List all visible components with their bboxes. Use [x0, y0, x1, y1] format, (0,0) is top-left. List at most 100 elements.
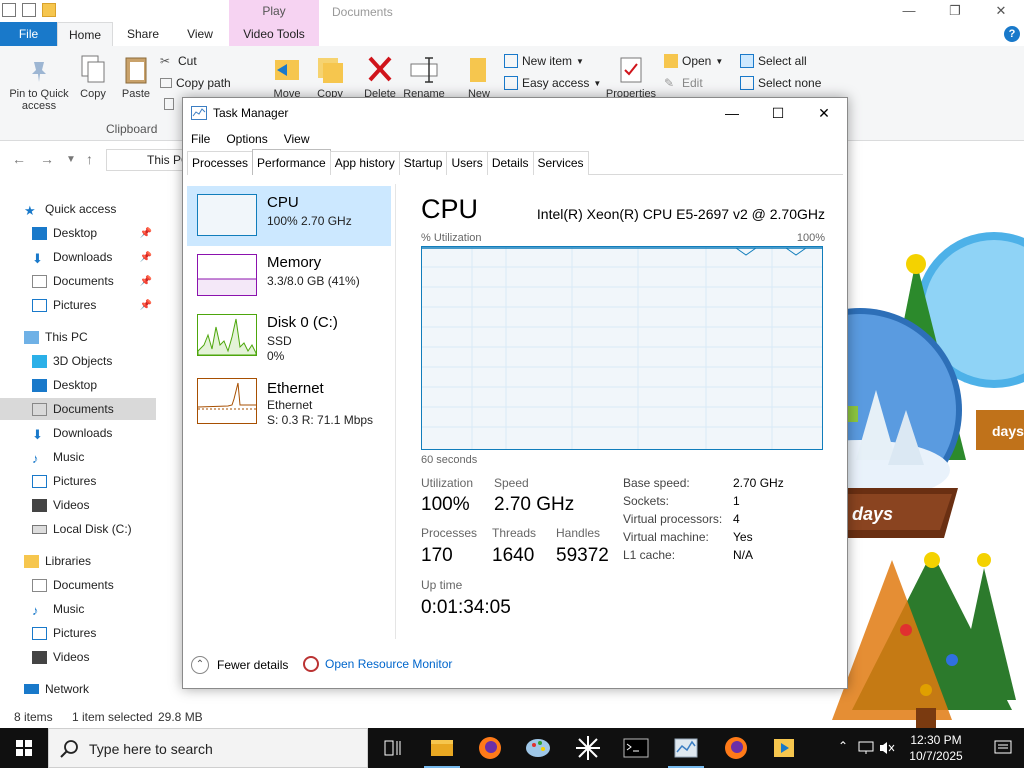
- nav-lib-music[interactable]: ♪ Music: [0, 598, 156, 620]
- new-folder-qat-icon[interactable]: [42, 3, 56, 17]
- nav-pc-videos[interactable]: Videos: [0, 494, 156, 516]
- desktop-icon: [32, 226, 47, 240]
- tab-processes[interactable]: Processes: [187, 151, 254, 175]
- close-button[interactable]: ✕: [978, 0, 1024, 22]
- open-label: Open: [682, 54, 712, 68]
- tm-minimize-button[interactable]: —: [709, 98, 755, 128]
- nav-lib-documents[interactable]: Documents: [0, 574, 156, 596]
- tab-startup[interactable]: Startup: [398, 151, 448, 175]
- open-button[interactable]: Open ▼: [664, 54, 723, 68]
- paste-button[interactable]: Paste: [118, 54, 154, 100]
- chevron-down-icon: ▼: [576, 56, 584, 66]
- nav-this-pc[interactable]: This PC: [0, 326, 156, 348]
- pin-icon[interactable]: 📌: [140, 252, 152, 263]
- start-button[interactable]: [0, 728, 48, 768]
- up-arrow-icon[interactable]: ↑: [86, 151, 93, 167]
- chevron-up-icon[interactable]: ⌃: [838, 739, 848, 753]
- new-item-button[interactable]: New item ▼: [504, 54, 584, 68]
- taskbar-firefox-2[interactable]: [712, 728, 760, 768]
- resource-disk[interactable]: Disk 0 (C:) SSD 0%: [187, 306, 391, 366]
- paste-shortcut-button[interactable]: [164, 98, 174, 110]
- volume-muted-icon[interactable]: [878, 740, 896, 756]
- easy-access-label: Easy access: [522, 76, 590, 90]
- tab-home[interactable]: Home: [57, 22, 113, 46]
- nav-qa-downloads[interactable]: ⬇ Downloads 📌: [0, 246, 156, 268]
- tab-details[interactable]: Details: [486, 151, 534, 175]
- action-center-icon[interactable]: [994, 740, 1012, 756]
- taskbar-paint[interactable]: [514, 728, 562, 768]
- resource-ethernet[interactable]: Ethernet Ethernet S: 0.3 R: 71.1 Mbps: [187, 372, 391, 432]
- delete-button[interactable]: Delete: [360, 54, 400, 100]
- nav-libraries[interactable]: Libraries: [0, 550, 156, 572]
- copy-to-button[interactable]: Copy: [312, 54, 348, 100]
- tab-share[interactable]: Share: [118, 22, 168, 46]
- pin-to-quick-access-button[interactable]: Pin to Quick access: [6, 58, 72, 112]
- copy-button[interactable]: Copy: [76, 54, 110, 100]
- rename-button[interactable]: Rename: [402, 54, 446, 100]
- nav-pc-local-disk[interactable]: Local Disk (C:): [0, 518, 156, 540]
- network-icon[interactable]: [858, 740, 876, 756]
- taskbar-clock[interactable]: 12:30 PM 10/7/2025: [896, 732, 976, 764]
- nav-pc-documents[interactable]: Documents: [0, 398, 156, 420]
- nav-qa-pictures[interactable]: Pictures 📌: [0, 294, 156, 316]
- help-icon[interactable]: ?: [1004, 26, 1020, 42]
- tab-app-history[interactable]: App history: [329, 151, 400, 175]
- easy-access-button[interactable]: Easy access ▼: [504, 76, 601, 90]
- pin-icon[interactable]: 📌: [140, 228, 152, 239]
- open-resource-monitor-link[interactable]: Open Resource Monitor: [303, 656, 452, 672]
- nav-qa-documents[interactable]: Documents 📌: [0, 270, 156, 292]
- task-manager-titlebar: Task Manager — ☐ ✕: [183, 98, 847, 128]
- nav-quick-access[interactable]: ★ Quick access: [0, 198, 156, 220]
- tab-video-tools[interactable]: Video Tools: [229, 22, 319, 46]
- move-to-button[interactable]: Move: [268, 54, 306, 100]
- properties-button[interactable]: Properties: [604, 54, 658, 100]
- taskbar-firefox[interactable]: [466, 728, 514, 768]
- tab-file[interactable]: File: [0, 22, 57, 46]
- nav-pc-desktop[interactable]: Desktop: [0, 374, 156, 396]
- nav-pc-3d-objects[interactable]: 3D Objects: [0, 350, 156, 372]
- taskbar-file-explorer[interactable]: [418, 728, 466, 768]
- edit-button[interactable]: ✎ Edit: [664, 76, 703, 90]
- nav-lib-videos[interactable]: Videos: [0, 646, 156, 668]
- fewer-details-button[interactable]: ⌃ Fewer details: [191, 656, 288, 674]
- properties-qat-icon[interactable]: [2, 3, 16, 17]
- menu-view[interactable]: View: [276, 128, 318, 150]
- nav-qa-desktop[interactable]: Desktop 📌: [0, 222, 156, 244]
- copy-path-button[interactable]: Copy path: [160, 76, 231, 90]
- copy-label: Copy: [80, 88, 106, 100]
- recent-locations-chevron-icon[interactable]: ▼: [66, 154, 76, 165]
- resource-memory[interactable]: Memory 3.3/8.0 GB (41%): [187, 246, 391, 306]
- resource-cpu[interactable]: CPU 100% 2.70 GHz: [187, 186, 391, 246]
- pin-icon[interactable]: 📌: [140, 276, 152, 287]
- new-folder-button[interactable]: New: [462, 54, 496, 100]
- utilization-label: Utilization: [421, 476, 474, 490]
- forward-arrow-icon[interactable]: →: [40, 151, 54, 167]
- select-all-button[interactable]: Select all: [740, 54, 807, 68]
- menu-options[interactable]: Options: [218, 128, 275, 150]
- nav-lib-pictures[interactable]: Pictures: [0, 622, 156, 644]
- nav-pc-downloads[interactable]: ⬇ Downloads: [0, 422, 156, 444]
- back-arrow-icon[interactable]: ←: [12, 151, 26, 167]
- taskbar-terminal[interactable]: [612, 728, 660, 768]
- taskbar-search-box[interactable]: Type here to search: [48, 728, 368, 768]
- tab-view[interactable]: View: [176, 22, 224, 46]
- taskbar-sparkle-app[interactable]: [564, 728, 612, 768]
- taskbar-media-player[interactable]: [760, 728, 808, 768]
- tab-performance[interactable]: Performance: [252, 149, 331, 175]
- taskbar-task-manager[interactable]: [662, 728, 710, 768]
- checkmark-qat-icon[interactable]: [22, 3, 36, 17]
- pin-icon[interactable]: 📌: [140, 300, 152, 311]
- cut-button[interactable]: ✂ Cut: [160, 54, 197, 68]
- maximize-button[interactable]: ❐: [932, 0, 978, 22]
- tm-maximize-button[interactable]: ☐: [755, 98, 801, 128]
- tab-users[interactable]: Users: [446, 151, 488, 175]
- minimize-button[interactable]: —: [886, 0, 932, 22]
- task-view-button[interactable]: [368, 728, 416, 768]
- tab-services[interactable]: Services: [532, 151, 589, 175]
- menu-file[interactable]: File: [183, 128, 218, 150]
- nav-network[interactable]: Network: [0, 678, 156, 700]
- select-none-button[interactable]: Select none: [740, 76, 821, 90]
- tm-close-button[interactable]: ✕: [801, 98, 847, 128]
- nav-pc-pictures[interactable]: Pictures: [0, 470, 156, 492]
- nav-pc-music[interactable]: ♪ Music: [0, 446, 156, 468]
